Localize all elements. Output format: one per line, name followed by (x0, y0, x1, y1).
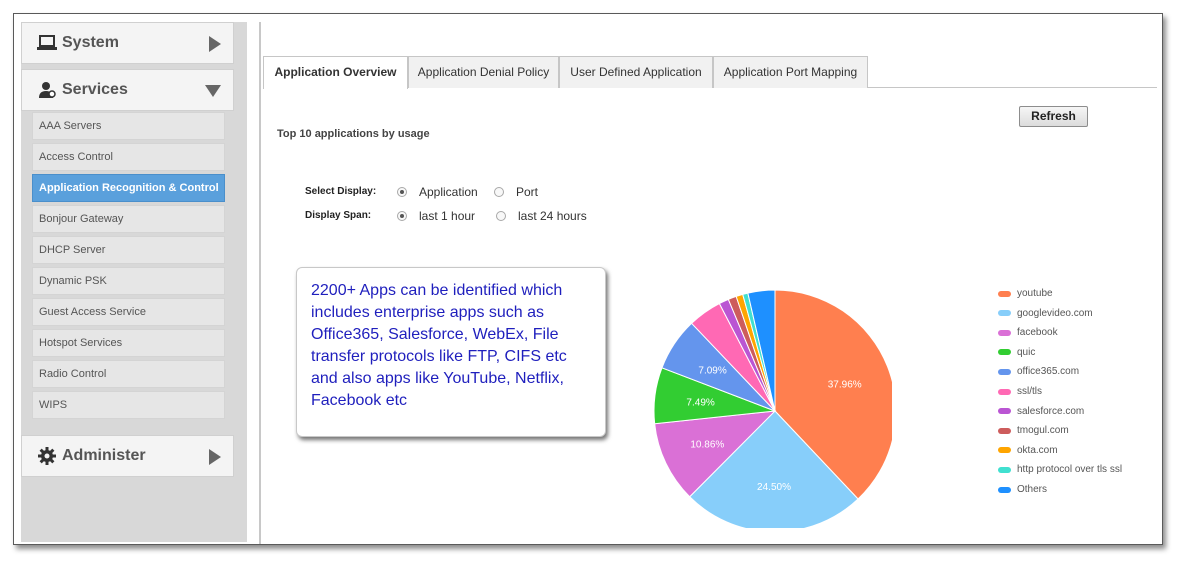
sidebar-section-administer[interactable]: Administer (21, 435, 234, 477)
legend-swatch (998, 329, 1011, 336)
pie-data-label: 10.86% (690, 439, 724, 450)
legend-swatch (998, 368, 1011, 375)
legend-swatch (998, 427, 1011, 434)
legend-item[interactable]: office365.com (998, 366, 1079, 377)
radio-port-label: Port (516, 185, 539, 199)
radio-last-24-hours-label: last 24 hours (518, 209, 587, 223)
legend-label: ssl/tls (1017, 386, 1042, 397)
legend-swatch (998, 290, 1011, 297)
usage-pie-chart: 37.96% 24.50% 10.86% 7.49% 7.09% (653, 289, 892, 528)
legend-item[interactable]: ssl/tls (998, 386, 1042, 397)
sidebar-item[interactable]: Radio Control (32, 360, 225, 388)
sidebar-item[interactable]: Guest Access Service (32, 298, 225, 326)
chevron-right-icon (209, 36, 221, 55)
tab-user-defined-application[interactable]: User Defined Application (559, 56, 713, 88)
radio-application-label: Application (419, 185, 478, 199)
radio-application[interactable] (397, 187, 407, 197)
sidebar-item[interactable]: Access Control (32, 143, 225, 171)
sidebar-section-label: System (62, 34, 119, 51)
sidebar-section-system[interactable]: System (21, 22, 234, 64)
tab-application-overview[interactable]: Application Overview (263, 56, 408, 89)
legend-item[interactable]: Others (998, 484, 1047, 495)
select-display-label: Select Display: (305, 186, 377, 197)
legend-label: office365.com (1017, 366, 1080, 378)
legend-swatch (998, 388, 1011, 395)
radio-port[interactable] (494, 187, 504, 197)
legend-item[interactable]: okta.com (998, 445, 1058, 456)
sidebar-item[interactable]: AAA Servers (32, 112, 225, 140)
sidebar-section-label: Services (62, 81, 128, 98)
tab-bar: Application Overview Application Denial … (263, 56, 1157, 89)
sidebar-item[interactable]: Dynamic PSK (32, 267, 225, 295)
sidebar: System Services AAA Servers Access Contro… (21, 22, 261, 544)
legend-item[interactable]: googlevideo.com (998, 308, 1093, 319)
legend-label: Others (1017, 484, 1048, 495)
legend-swatch (998, 447, 1011, 454)
chevron-down-icon (205, 85, 221, 100)
services-icon (36, 81, 58, 99)
legend-swatch (998, 349, 1011, 356)
info-callout: 2200+ Apps can be identified which inclu… (296, 267, 606, 437)
legend-label: okta.com (1017, 444, 1058, 456)
pie-data-label: 7.49% (686, 397, 714, 408)
display-span-label: Display Span: (305, 210, 372, 221)
tab-application-denial-policy[interactable]: Application Denial Policy (408, 56, 559, 88)
legend-label: googlevideo.com (1017, 307, 1093, 319)
legend-item[interactable]: tmogul.com (998, 425, 1069, 436)
radio-last-1-hour-label: last 1 hour (419, 209, 476, 223)
legend-label: salesforce.com (1017, 405, 1085, 417)
legend-label: youtube (1017, 288, 1053, 299)
laptop-icon (36, 35, 58, 51)
legend-swatch (998, 310, 1011, 317)
sidebar-item[interactable]: WIPS (32, 391, 225, 419)
pie-data-label: 24.50% (757, 482, 791, 493)
legend-item[interactable]: facebook (998, 327, 1058, 338)
sidebar-item[interactable]: Application Recognition & Control (32, 174, 225, 202)
legend-label: facebook (1017, 327, 1058, 339)
sidebar-item[interactable]: Hotspot Services (32, 329, 225, 357)
app-window: System Services AAA Servers Access Contro… (13, 13, 1163, 545)
sidebar-section-services[interactable]: Services (21, 69, 234, 111)
legend-item[interactable]: quic (998, 347, 1035, 358)
radio-last-1-hour[interactable] (397, 211, 407, 221)
sidebar-item[interactable]: DHCP Server (32, 236, 225, 264)
radio-last-24-hours[interactable] (496, 211, 506, 221)
legend-item[interactable]: http protocol over tls ssl (998, 464, 1122, 475)
legend-label: quic (1017, 346, 1036, 358)
gear-icon (36, 447, 58, 465)
section-title: Top 10 applications by usage (277, 128, 430, 140)
legend-swatch (998, 408, 1011, 415)
legend-swatch (998, 486, 1011, 493)
legend-label: http protocol over tls ssl (1017, 464, 1123, 476)
legend-label: tmogul.com (1017, 425, 1069, 437)
legend-item[interactable]: salesforce.com (998, 406, 1084, 417)
legend-item[interactable]: youtube (998, 288, 1053, 299)
sidebar-divider (259, 22, 261, 544)
legend-swatch (998, 466, 1011, 473)
sidebar-section-label: Administer (62, 447, 146, 464)
chevron-right-icon (209, 449, 221, 468)
tab-application-port-mapping[interactable]: Application Port Mapping (713, 56, 868, 88)
pie-data-label: 7.09% (698, 365, 726, 376)
pie-data-label: 37.96% (828, 379, 862, 390)
sidebar-item[interactable]: Bonjour Gateway (32, 205, 225, 233)
refresh-button[interactable]: Refresh (1019, 106, 1088, 127)
